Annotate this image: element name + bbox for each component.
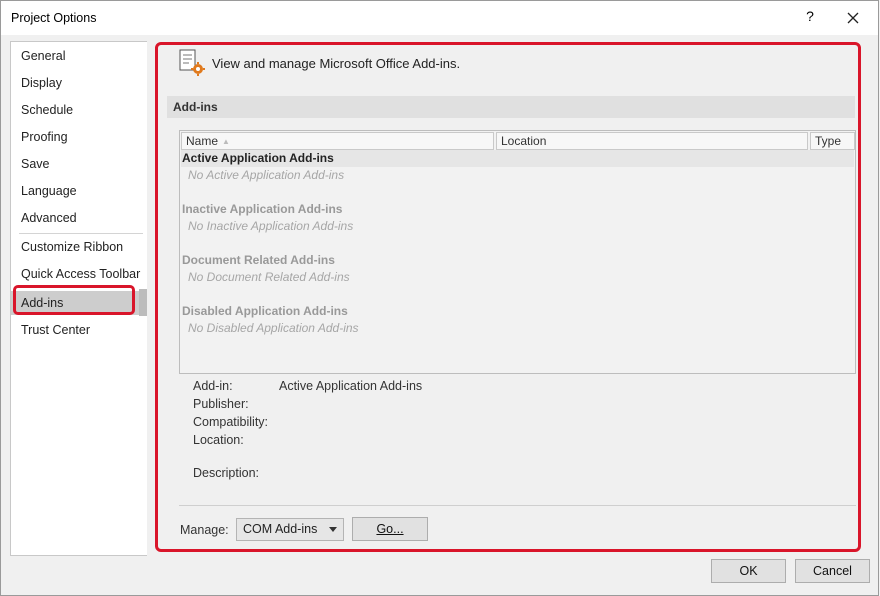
nav-item-save[interactable]: Save <box>11 153 146 175</box>
description-label: Description: <box>193 466 259 480</box>
manage-label: Manage: <box>180 523 229 537</box>
title-bar: Project Options ? <box>1 1 878 35</box>
column-header-name[interactable]: Name ▲ <box>181 132 494 150</box>
nav-item-language[interactable]: Language <box>11 180 146 202</box>
column-header-location[interactable]: Location <box>496 132 808 150</box>
add-ins-highlight-box <box>13 285 135 315</box>
group-title-disabled: Disabled Application Add-ins <box>182 304 348 318</box>
cancel-button[interactable]: Cancel <box>795 559 870 583</box>
group-title-inactive: Inactive Application Add-ins <box>182 202 343 216</box>
nav-item-customize-ribbon[interactable]: Customize Ribbon <box>11 236 146 258</box>
sort-up-icon: ▲ <box>222 136 230 146</box>
ok-button[interactable]: OK <box>711 559 786 583</box>
manage-dropdown[interactable]: COM Add-ins <box>236 518 344 541</box>
addin-value: Active Application Add-ins <box>279 379 423 393</box>
nav-item-advanced[interactable]: Advanced <box>11 207 146 229</box>
list-item-empty: No Inactive Application Add-ins <box>188 219 354 233</box>
section-header: Add-ins <box>167 96 855 118</box>
column-header-type[interactable]: Type <box>810 132 855 150</box>
nav-item-trust-center[interactable]: Trust Center <box>11 319 146 341</box>
go-button[interactable]: Go... <box>352 517 428 541</box>
addins-settings-icon <box>176 48 206 78</box>
window-title: Project Options <box>11 11 97 25</box>
go-label: Go... <box>376 522 404 536</box>
chevron-down-icon <box>329 527 337 532</box>
manage-selected-value: COM Add-ins <box>243 522 318 536</box>
addin-label: Add-in: <box>193 379 233 393</box>
nav-item-quick-access-toolbar[interactable]: Quick Access Toolbar <box>11 263 146 285</box>
nav-item-display[interactable]: Display <box>11 72 146 94</box>
compatibility-label: Compatibility: <box>193 415 269 429</box>
list-item-empty: No Document Related Add-ins <box>188 270 350 284</box>
list-item-empty: No Active Application Add-ins <box>188 168 345 182</box>
panel-heading: View and manage Microsoft Office Add-ins… <box>212 56 461 71</box>
nav-selection-bar <box>139 289 147 316</box>
column-name-label: Name <box>186 134 219 148</box>
group-title-active: Active Application Add-ins <box>182 151 334 165</box>
nav-item-general[interactable]: General <box>11 45 146 67</box>
nav-divider <box>19 233 143 234</box>
help-button[interactable]: ? <box>801 8 819 28</box>
publisher-label: Publisher: <box>193 397 249 411</box>
section-title: Add-ins <box>173 100 218 114</box>
nav-item-proofing[interactable]: Proofing <box>11 126 146 148</box>
location-label: Location: <box>193 433 244 447</box>
nav-item-schedule[interactable]: Schedule <box>11 99 146 121</box>
add-ins-list[interactable]: Name ▲ Location Type Active Application A… <box>179 130 856 374</box>
divider <box>179 505 856 506</box>
close-icon[interactable] <box>843 7 863 29</box>
list-item-empty: No Disabled Application Add-ins <box>188 321 359 335</box>
group-title-document: Document Related Add-ins <box>182 253 335 267</box>
